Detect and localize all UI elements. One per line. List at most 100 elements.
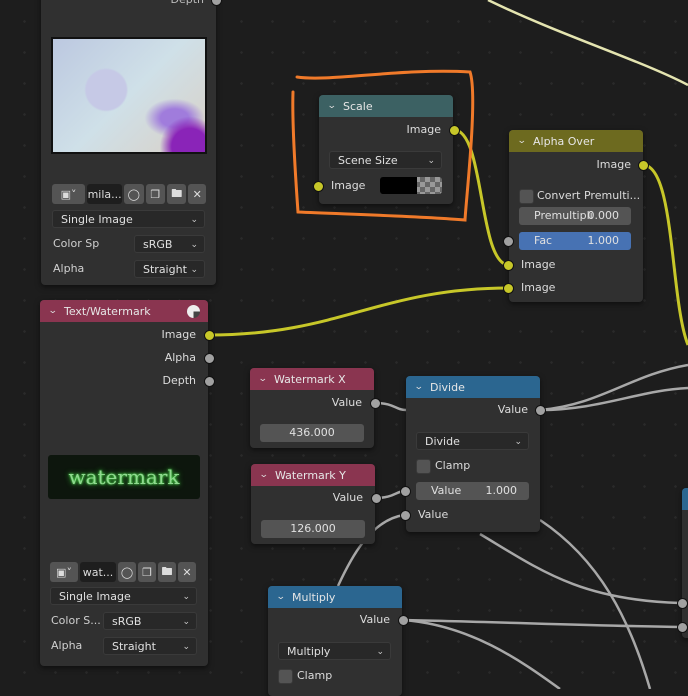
image-preview xyxy=(51,37,207,154)
multiply-clamp-checkbox[interactable] xyxy=(278,669,293,684)
convert-premultiplied-checkbox[interactable] xyxy=(519,189,534,204)
scale-node-header[interactable]: ⌄ Scale xyxy=(319,95,453,117)
link-divide-down xyxy=(479,532,681,605)
divide-clamp-label: Clamp xyxy=(435,459,471,472)
socket-scale-in[interactable] xyxy=(313,181,324,192)
collapse-chevron-icon[interactable]: ⌄ xyxy=(517,136,535,146)
watermark-x-node[interactable]: ⌄ Watermark X Value 436.000 xyxy=(250,368,374,448)
socket-depth-out[interactable] xyxy=(211,0,222,6)
output-image-label: Image xyxy=(161,328,196,341)
image-node-top[interactable]: Depth ▣˅ mila... ◯ ❐ 🖿 ✕ Single Image ⌄ C… xyxy=(41,0,216,285)
socket-multiply-out[interactable] xyxy=(398,615,409,626)
socket-watermark-y-out[interactable] xyxy=(371,493,382,504)
image-name-field[interactable]: mila... xyxy=(87,184,123,204)
source-dropdown[interactable]: Single Image ⌄ xyxy=(50,587,197,605)
fake-user-shield-icon[interactable]: ◯ xyxy=(124,184,144,204)
link-divide-down-2 xyxy=(539,518,652,689)
alpha-over-node[interactable]: ⌄ Alpha Over Image Convert Premulti... Pr… xyxy=(509,130,643,302)
image-browse-button[interactable]: ▣˅ xyxy=(52,184,86,204)
text-watermark-header[interactable]: ⌄ Text/Watermark xyxy=(40,300,208,322)
socket-divide-in1[interactable] xyxy=(400,486,411,497)
socket-watermark-x-out[interactable] xyxy=(370,398,381,409)
socket-watermark-alpha-out[interactable] xyxy=(204,353,215,364)
multiply-header[interactable]: ⌄ Multiply xyxy=(268,586,402,608)
link-divide-out-1 xyxy=(539,363,688,412)
scale-mode-dropdown[interactable]: Scene Size ⌄ xyxy=(329,151,442,169)
divide-header[interactable]: ⌄ Divide xyxy=(406,376,540,398)
divide-operation-value: Divide xyxy=(425,435,460,448)
divide-clamp-checkbox[interactable] xyxy=(416,459,431,474)
source-value: Single Image xyxy=(59,590,131,603)
divide-title: Divide xyxy=(430,380,465,394)
fake-user-shield-icon[interactable]: ◯ xyxy=(118,562,136,582)
alpha-label: Alpha xyxy=(51,639,83,652)
socket-alpha-over-in1[interactable] xyxy=(503,260,514,271)
socket-watermark-image-out[interactable] xyxy=(204,330,215,341)
chevron-down-icon: ⌄ xyxy=(427,156,435,166)
convert-premultiplied-label: Convert Premulti... xyxy=(537,189,641,202)
offscreen-node-header xyxy=(682,488,688,510)
image-name-field[interactable]: wat... xyxy=(80,562,116,582)
render-preview-icon[interactable] xyxy=(187,304,200,318)
output-alpha-label: Alpha xyxy=(164,351,196,364)
socket-watermark-depth-out[interactable] xyxy=(204,376,215,387)
new-image-icon[interactable]: ❐ xyxy=(138,562,156,582)
socket-offscreen-in2[interactable] xyxy=(677,622,688,633)
alpha-label: Alpha xyxy=(53,262,85,275)
watermark-y-header[interactable]: ⌄ Watermark Y xyxy=(251,464,375,486)
alpha-over-header[interactable]: ⌄ Alpha Over xyxy=(509,130,643,152)
alpha-dropdown[interactable]: Straight ⌄ xyxy=(103,637,197,655)
scale-node[interactable]: ⌄ Scale Image Scene Size ⌄ Image xyxy=(319,95,453,204)
link-divide-out-2 xyxy=(539,386,688,412)
watermark-x-header[interactable]: ⌄ Watermark X xyxy=(250,368,374,390)
socket-scale-out[interactable] xyxy=(449,125,460,136)
unlink-x-icon[interactable]: ✕ xyxy=(188,184,206,204)
watermark-x-value-field[interactable]: 436.000 xyxy=(260,424,364,442)
watermark-y-node[interactable]: ⌄ Watermark Y Value 126.000 xyxy=(251,464,375,544)
divide-node[interactable]: ⌄ Divide Value Divide ⌄ Clamp Value 1.000 … xyxy=(406,376,540,532)
multiply-operation-value: Multiply xyxy=(287,645,331,658)
divide-value1-field[interactable]: Value 1.000 xyxy=(416,482,529,500)
text-watermark-node[interactable]: ⌄ Text/Watermark Image Alpha Depth waterm… xyxy=(40,300,208,666)
socket-alpha-over-in2[interactable] xyxy=(503,283,514,294)
collapse-chevron-icon[interactable]: ⌄ xyxy=(327,101,345,111)
chevron-down-icon: ⌄ xyxy=(190,215,198,225)
image-browse-button[interactable]: ▣˅ xyxy=(50,562,78,582)
new-image-icon[interactable]: ❐ xyxy=(145,184,166,204)
open-folder-icon[interactable]: 🖿 xyxy=(167,184,187,204)
unlink-x-icon[interactable]: ✕ xyxy=(178,562,196,582)
socket-alpha-over-out[interactable] xyxy=(638,160,649,171)
source-dropdown[interactable]: Single Image ⌄ xyxy=(52,210,205,228)
alpha-value: Straight xyxy=(112,640,156,653)
scale-input-color-swatch[interactable] xyxy=(380,177,442,194)
multiply-operation-dropdown[interactable]: Multiply ⌄ xyxy=(278,642,391,660)
premul-value: 0.000 xyxy=(587,209,620,222)
color-space-label: Color S... xyxy=(51,614,101,627)
collapse-chevron-icon[interactable]: ⌄ xyxy=(414,382,432,392)
open-folder-icon[interactable]: 🖿 xyxy=(158,562,176,582)
fac-slider[interactable]: Fac 1.000 xyxy=(519,232,631,250)
alpha-dropdown[interactable]: Straight ⌄ xyxy=(134,260,205,278)
alpha-over-title: Alpha Over xyxy=(533,134,595,148)
alpha-over-input2-label: Image xyxy=(521,281,556,294)
watermark-preview: watermark xyxy=(48,455,200,499)
collapse-chevron-icon[interactable]: ⌄ xyxy=(258,374,276,384)
collapse-chevron-icon[interactable]: ⌄ xyxy=(48,306,66,316)
socket-divide-in2[interactable] xyxy=(400,510,411,521)
collapse-chevron-icon[interactable]: ⌄ xyxy=(276,592,294,602)
socket-offscreen-in1[interactable] xyxy=(677,598,688,609)
chevron-down-icon: ⌄ xyxy=(190,240,198,250)
socket-fac-in[interactable] xyxy=(503,236,514,247)
offscreen-node-right[interactable] xyxy=(682,488,688,638)
divide-operation-dropdown[interactable]: Divide ⌄ xyxy=(416,432,529,450)
multiply-node[interactable]: ⌄ Multiply Value Multiply ⌄ Clamp xyxy=(268,586,402,696)
collapse-chevron-icon[interactable]: ⌄ xyxy=(259,470,277,480)
color-space-dropdown[interactable]: sRGB ⌄ xyxy=(103,612,197,630)
watermark-y-value-field[interactable]: 126.000 xyxy=(261,520,365,538)
color-space-value: sRGB xyxy=(112,615,142,628)
socket-divide-out[interactable] xyxy=(535,405,546,416)
scale-input-label: Image xyxy=(331,179,366,192)
premultiplied-field[interactable]: Premultipli 0.000 xyxy=(519,207,631,225)
text-watermark-title: Text/Watermark xyxy=(64,304,151,318)
color-space-dropdown[interactable]: sRGB ⌄ xyxy=(134,235,205,253)
